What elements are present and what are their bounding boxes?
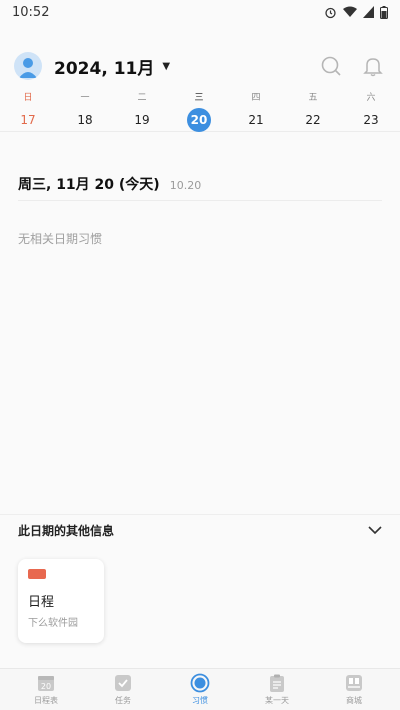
other-info-header[interactable]: 此日期的其他信息: [18, 521, 382, 539]
chevron-down-icon[interactable]: ▼: [162, 61, 170, 72]
weekday-label: 五: [308, 93, 318, 103]
habit-circle-icon: [190, 673, 210, 693]
nav-item-habits[interactable]: 习惯: [175, 673, 225, 706]
date-cell[interactable]: 18: [73, 108, 97, 132]
battery-icon: [380, 5, 388, 19]
status-bar: 10:52: [0, 0, 400, 24]
nav-label: 任务: [115, 696, 131, 705]
bottom-nav: 20 日程表 任务 习惯 某一天 商城: [0, 668, 400, 710]
weekday-label: 三: [194, 93, 204, 103]
day-heading: 周三, 11月 20 (今天) 10.20: [18, 174, 201, 194]
header: 2024, 11月 ▼: [0, 46, 400, 86]
status-icons: [324, 5, 388, 19]
nav-label: 某一天: [265, 696, 289, 705]
user-icon: [19, 58, 37, 78]
divider: [18, 200, 382, 201]
nav-item-store[interactable]: 商城: [329, 673, 379, 706]
clipboard-icon: [267, 673, 287, 693]
date-cell[interactable]: 23: [359, 108, 383, 132]
weekday-label: 六: [366, 93, 376, 103]
date-row: 17 18 19 20 21 22 23: [0, 108, 400, 132]
other-info-section: 此日期的其他信息 日程 下么软件园: [0, 514, 400, 664]
notification-button[interactable]: [360, 53, 386, 79]
search-icon: [321, 56, 341, 76]
wifi-icon: [343, 6, 357, 17]
month-title[interactable]: 2024, 11月: [54, 54, 154, 79]
check-icon: [113, 673, 133, 693]
status-time: 10:52: [12, 4, 50, 20]
date-cell[interactable]: 21: [244, 108, 268, 132]
schedule-card[interactable]: 日程 下么软件园: [18, 559, 104, 643]
day-lunar-date: 10.20: [169, 179, 202, 192]
signal-icon: [363, 6, 374, 18]
chevron-down-icon[interactable]: [368, 525, 382, 535]
weekday-label: 日: [23, 93, 33, 103]
other-info-title: 此日期的其他信息: [18, 523, 115, 538]
bell-icon: [363, 58, 383, 77]
date-cell[interactable]: 22: [301, 108, 325, 132]
date-cell-selected[interactable]: 20: [187, 108, 211, 132]
alarm-icon: [325, 7, 336, 18]
calendar-icon: 20: [36, 673, 56, 693]
nav-item-someday[interactable]: 某一天: [252, 673, 302, 706]
search-button[interactable]: [318, 53, 344, 79]
date-cell[interactable]: 17: [16, 108, 40, 132]
calendar-badge: 20: [41, 682, 51, 691]
schedule-card-title: 日程: [28, 595, 55, 610]
nav-label: 日程表: [34, 696, 58, 705]
schedule-color-chip: [28, 569, 46, 579]
nav-item-schedule[interactable]: 20 日程表: [21, 673, 71, 706]
nav-label: 习惯: [192, 696, 208, 705]
avatar[interactable]: [14, 52, 42, 80]
weekday-label: 二: [137, 93, 147, 103]
empty-state-text: 无相关日期习惯: [18, 232, 103, 246]
date-cell[interactable]: 19: [130, 108, 154, 132]
weekday-label: 一: [80, 93, 90, 103]
day-title: 周三, 11月 20 (今天): [18, 177, 160, 193]
weekday-row: 日 一 二 三 四 五 六: [0, 90, 400, 104]
store-icon: [344, 673, 364, 693]
schedule-card-subtitle: 下么软件园: [28, 618, 78, 629]
nav-item-tasks[interactable]: 任务: [98, 673, 148, 706]
weekday-label: 四: [251, 93, 261, 103]
nav-label: 商城: [346, 696, 362, 705]
